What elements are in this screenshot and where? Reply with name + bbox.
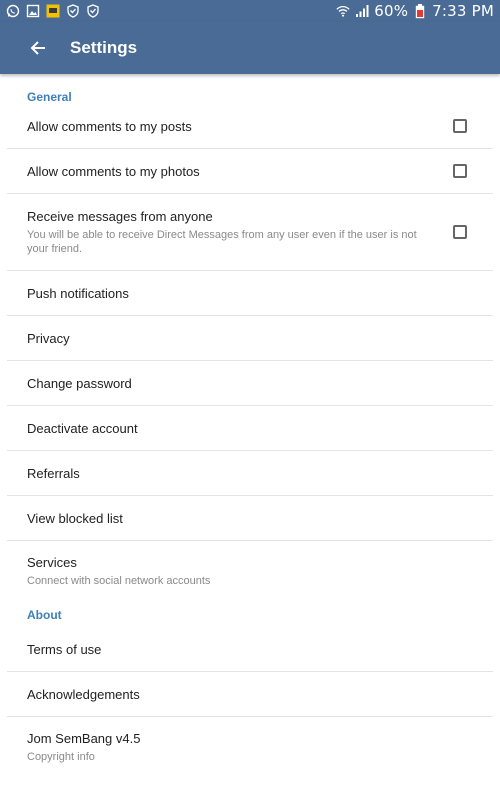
setting-texts: Receive messages from anyone You will be… [27, 209, 437, 256]
app-bar: Settings [0, 22, 500, 74]
setting-description: Copyright info [27, 750, 95, 763]
setting-label: Jom SemBang v4.5 [27, 730, 141, 746]
setting-description: Connect with social network accounts [27, 574, 211, 587]
shield-icon [86, 4, 100, 18]
gallery-icon [26, 4, 40, 18]
setting-services[interactable]: Services Connect with social network acc… [7, 541, 493, 601]
allow-comments-posts-checkbox[interactable] [453, 119, 467, 133]
setting-label: Change password [27, 375, 132, 391]
allow-comments-photos-checkbox[interactable] [453, 164, 467, 178]
app-icon [46, 4, 60, 18]
setting-view-blocked-list[interactable]: View blocked list [7, 496, 493, 541]
setting-allow-comments-posts[interactable]: Allow comments to my posts [7, 104, 493, 149]
battery-icon [413, 3, 427, 18]
setting-label: Acknowledgements [27, 686, 140, 702]
back-button[interactable] [24, 34, 52, 62]
wifi-icon [336, 4, 350, 18]
setting-label: Terms of use [27, 641, 102, 657]
whatsapp-icon [6, 4, 20, 18]
setting-allow-comments-photos[interactable]: Allow comments to my photos [7, 149, 493, 194]
setting-label: Services [27, 554, 77, 570]
status-time: 7:33 PM [432, 2, 494, 20]
setting-terms-of-use[interactable]: Terms of use [7, 627, 493, 672]
setting-acknowledgements[interactable]: Acknowledgements [7, 672, 493, 717]
arrow-left-icon [30, 41, 45, 55]
settings-list: General Allow comments to my posts Allow… [0, 74, 500, 800]
setting-label: Receive messages from anyone [27, 208, 213, 224]
setting-referrals[interactable]: Referrals [7, 451, 493, 496]
setting-texts: Services Connect with social network acc… [27, 555, 210, 588]
status-bar: 60% 7:33 PM [0, 0, 500, 22]
setting-change-password[interactable]: Change password [7, 361, 493, 406]
setting-receive-messages[interactable]: Receive messages from anyone You will be… [7, 194, 493, 271]
setting-push-notifications[interactable]: Push notifications [7, 271, 493, 316]
setting-description: You will be able to receive Direct Messa… [27, 228, 417, 255]
setting-deactivate-account[interactable]: Deactivate account [7, 406, 493, 451]
setting-label: Allow comments to my photos [27, 163, 200, 179]
page-title: Settings [70, 38, 138, 57]
battery-percent: 60% [374, 2, 409, 20]
status-left [6, 4, 100, 18]
setting-privacy[interactable]: Privacy [7, 316, 493, 361]
setting-label: View blocked list [27, 510, 123, 526]
setting-label: Deactivate account [27, 420, 138, 436]
setting-label: Privacy [27, 330, 70, 346]
setting-label: Push notifications [27, 285, 129, 301]
setting-label: Referrals [27, 465, 80, 481]
shield-icon [66, 4, 80, 18]
status-right: 60% 7:33 PM [336, 2, 494, 20]
setting-label: Allow comments to my posts [27, 118, 192, 134]
setting-version[interactable]: Jom SemBang v4.5 Copyright info [7, 717, 493, 777]
setting-texts: Jom SemBang v4.5 Copyright info [27, 731, 140, 764]
signal-icon [355, 4, 369, 18]
receive-messages-checkbox[interactable] [453, 225, 467, 239]
